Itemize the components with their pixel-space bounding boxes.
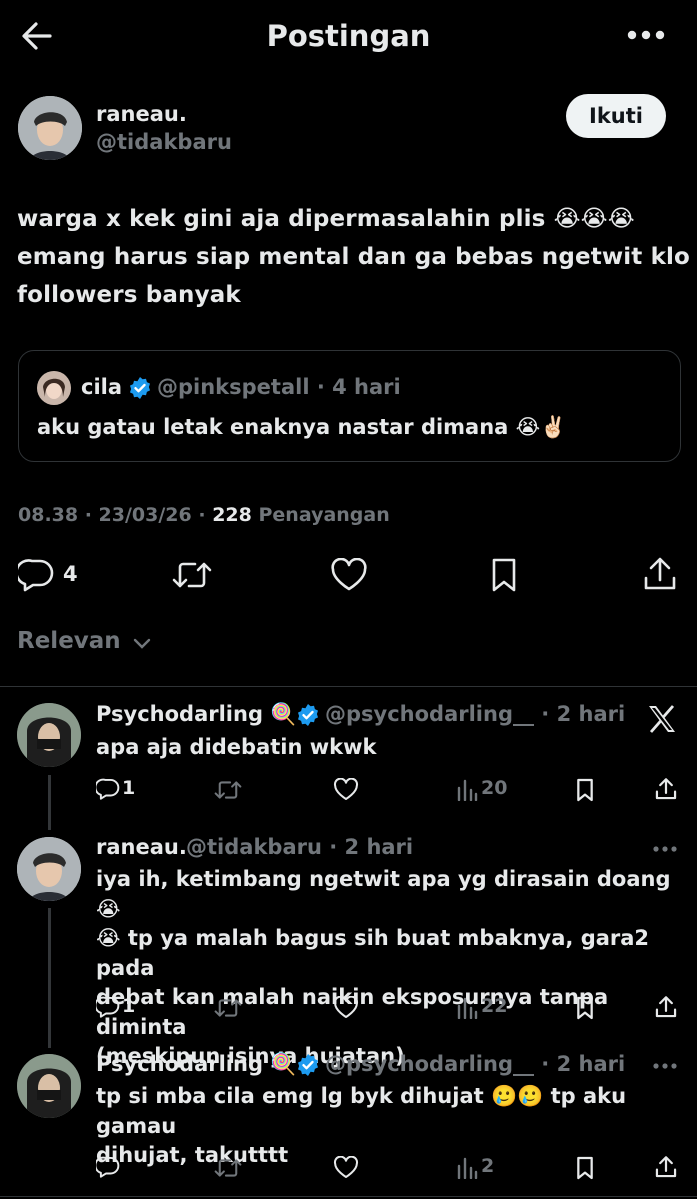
views-icon[interactable] (456, 997, 478, 1019)
repost-icon[interactable] (214, 1157, 242, 1179)
reply-text-line: tp si mba cila emg lg byk dihujat 🥲🥲 tp … (96, 1084, 627, 1138)
avatar (37, 371, 71, 405)
views-count: 22 (481, 995, 508, 1017)
author-handle[interactable]: @tidakbaru (96, 130, 232, 154)
reply-text: tp si mba cila emg lg byk dihujat 🥲🥲 tp … (96, 1082, 697, 1171)
post-text-line: warga x kek gini aja dipermasalahin plis… (17, 206, 635, 232)
views-count: 20 (481, 777, 508, 799)
sort-dropdown[interactable]: Relevan (17, 628, 151, 655)
bookmark-icon[interactable] (575, 778, 595, 802)
more-options-icon[interactable] (652, 1062, 678, 1070)
repost-icon[interactable] (172, 559, 212, 591)
reply-author-name[interactable]: Psychodarling 🍭 (96, 702, 296, 727)
reply-author-name[interactable]: raneau. (96, 835, 187, 859)
post-text: warga x kek gini aja dipermasalahin plis… (17, 200, 690, 314)
reply-text-line: apa aja didebatin wkwk (96, 735, 377, 759)
reply-icon[interactable] (96, 996, 120, 1018)
quote-handle-time: @pinkspetall · 4 hari (157, 375, 401, 399)
reply-text-line: dihujat, takutttt (96, 1143, 289, 1167)
reply-text-line: iya ih, ketimbang ngetwit apa yg dirasai… (96, 867, 671, 921)
follow-button[interactable]: Ikuti (566, 94, 666, 138)
like-icon[interactable] (333, 996, 359, 1019)
x-logo-icon (646, 703, 678, 735)
reply-handle-time: @tidakbaru · 2 hari (186, 835, 414, 859)
reply-count: 1 (122, 995, 136, 1017)
like-icon[interactable] (333, 1156, 359, 1179)
post-text-line: emang harus siap mental dan ga bebas nge… (17, 244, 690, 270)
reply-handle-time: @psychodarling__ · 2 hari (325, 1052, 626, 1076)
reply-text: iya ih, ketimbang ngetwit apa yg dirasai… (96, 865, 697, 1072)
avatar[interactable] (17, 837, 81, 901)
views-icon[interactable] (456, 1157, 478, 1179)
author-name[interactable]: raneau. (96, 102, 187, 126)
reply-count: 1 (122, 777, 136, 799)
reply-text-line: 😭 tp ya malah bagus sih buat mbaknya, ga… (96, 926, 650, 980)
share-icon[interactable] (655, 1155, 677, 1179)
more-options-icon[interactable] (652, 845, 678, 853)
reply-icon[interactable] (96, 778, 120, 800)
avatar[interactable] (17, 1054, 81, 1118)
sort-label: Relevan (17, 628, 121, 654)
bookmark-icon[interactable] (575, 996, 595, 1020)
repost-icon[interactable] (214, 779, 242, 801)
post-timestamp: 08.38 · 23/03/26 · (18, 504, 213, 526)
bookmark-icon[interactable] (575, 1156, 595, 1180)
share-icon[interactable] (643, 556, 677, 592)
reply-icon[interactable] (96, 1156, 120, 1178)
quoted-post[interactable]: cila @pinkspetall · 4 hari aku gatau let… (18, 350, 681, 462)
post-text-line: followers banyak (17, 282, 241, 308)
like-icon[interactable] (333, 778, 359, 801)
repost-icon[interactable] (214, 997, 242, 1019)
views-count: 2 (481, 1155, 495, 1177)
post-meta: 08.38 · 23/03/26 · 228 Penayangan (18, 504, 390, 526)
quote-author-name: cila (81, 375, 123, 399)
verified-badge-icon (128, 376, 152, 400)
page-title: Postingan (266, 19, 431, 53)
quote-text: aku gatau letak enaknya nastar dimana 😭✌… (37, 415, 567, 439)
bookmark-icon[interactable] (489, 557, 519, 593)
views-icon[interactable] (456, 779, 478, 801)
views-count: 228 (212, 504, 252, 526)
share-icon[interactable] (655, 777, 677, 801)
more-options-icon[interactable] (626, 29, 666, 41)
reply-text: apa aja didebatin wkwk (96, 733, 376, 761)
reply-text-line: debat kan malah naikin eksposurnya tanpa… (96, 985, 609, 1039)
chevron-down-icon (133, 629, 151, 655)
reply-author-name[interactable]: Psychodarling 🍭 (96, 1052, 296, 1077)
views-label: Penayangan (251, 504, 390, 526)
like-icon[interactable] (330, 558, 368, 592)
avatar[interactable] (18, 96, 82, 160)
thread-line (48, 775, 51, 830)
divider (0, 1196, 697, 1197)
verified-badge-icon (296, 703, 320, 727)
reply-count: 4 (63, 562, 78, 586)
verified-badge-icon (296, 1053, 320, 1077)
reply-icon[interactable] (18, 558, 54, 592)
reply-handle-time: @psychodarling__ · 2 hari (325, 702, 626, 726)
thread-line (48, 908, 51, 1048)
divider (0, 686, 697, 687)
share-icon[interactable] (655, 995, 677, 1019)
avatar[interactable] (17, 703, 81, 767)
